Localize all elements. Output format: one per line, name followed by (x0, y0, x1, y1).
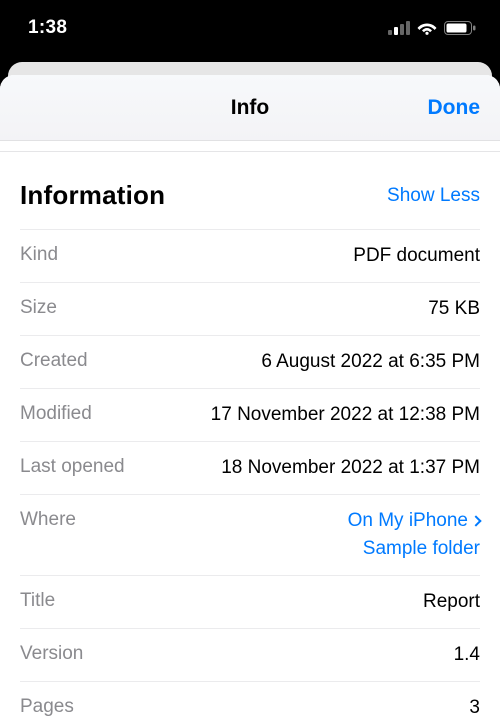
content: Information Show Less Kind PDF document … (0, 141, 500, 723)
row-label: Pages (20, 694, 74, 720)
info-list: Kind PDF document Size 75 KB Created 6 A… (20, 229, 480, 723)
row-value: 18 November 2022 at 1:37 PM (221, 454, 480, 482)
row-version: Version 1.4 (20, 628, 480, 681)
sheet-header: Info Done (0, 75, 500, 141)
row-label: Size (20, 295, 57, 321)
status-bar: 1:38 (0, 0, 500, 56)
row-value: 1.4 (454, 641, 480, 669)
info-sheet: Info Done Information Show Less Kind PDF… (0, 75, 500, 723)
show-less-button[interactable]: Show Less (387, 185, 480, 207)
row-label: Where (20, 507, 76, 533)
where-link[interactable]: On My iPhone Sample folder (348, 507, 480, 563)
row-label: Last opened (20, 454, 125, 480)
battery-icon (444, 21, 476, 35)
row-label: Kind (20, 242, 58, 268)
cellular-icon (388, 21, 410, 35)
row-value: 6 August 2022 at 6:35 PM (261, 348, 480, 376)
row-pages: Pages 3 (20, 681, 480, 723)
row-label: Title (20, 588, 55, 614)
where-line2: Sample folder (363, 538, 480, 559)
row-size: Size 75 KB (20, 282, 480, 335)
row-title: Title Report (20, 575, 480, 628)
section-header: Information Show Less (0, 152, 500, 229)
status-icons (388, 21, 476, 35)
row-value: Report (423, 588, 480, 616)
row-value: PDF document (353, 242, 480, 270)
row-modified: Modified 17 November 2022 at 12:38 PM (20, 388, 480, 441)
row-label: Modified (20, 401, 92, 427)
row-where: Where On My iPhone Sample folder (20, 494, 480, 575)
wifi-icon (417, 21, 437, 35)
row-value: 75 KB (428, 295, 480, 323)
row-kind: Kind PDF document (20, 229, 480, 282)
row-label: Version (20, 641, 83, 667)
row-last-opened: Last opened 18 November 2022 at 1:37 PM (20, 441, 480, 494)
row-label: Created (20, 348, 88, 374)
row-value: 3 (469, 694, 480, 722)
sheet-title: Info (231, 96, 269, 120)
row-created: Created 6 August 2022 at 6:35 PM (20, 335, 480, 388)
row-value: 17 November 2022 at 12:38 PM (211, 401, 480, 429)
where-line1: On My iPhone (348, 510, 468, 531)
chevron-right-icon (470, 515, 481, 526)
section-title: Information (20, 180, 165, 211)
done-button[interactable]: Done (390, 96, 480, 120)
status-time: 1:38 (28, 17, 67, 39)
